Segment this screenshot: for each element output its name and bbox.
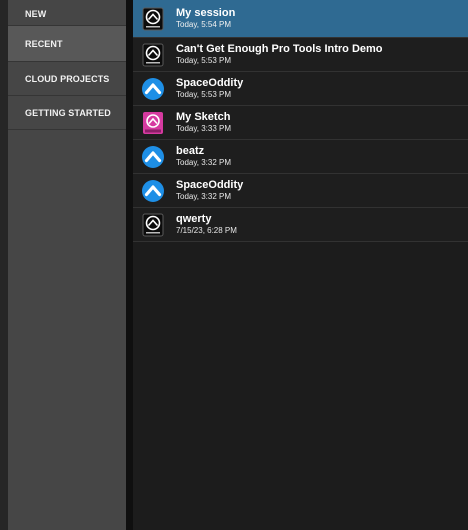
session-row[interactable]: beatz Today, 3:32 PM bbox=[133, 140, 468, 174]
protools-session-icon bbox=[141, 213, 165, 237]
session-time: Today, 5:54 PM bbox=[176, 20, 231, 29]
session-time: 7/15/23, 6:28 PM bbox=[176, 226, 237, 235]
session-time: Today, 3:33 PM bbox=[176, 124, 231, 133]
session-list: My session Today, 5:54 PM Can't Get Enou… bbox=[133, 0, 468, 242]
session-row[interactable]: My Sketch Today, 3:33 PM bbox=[133, 106, 468, 140]
pane-divider bbox=[126, 0, 133, 530]
sidebar-item-new[interactable]: NEW bbox=[8, 0, 126, 26]
sidebar: NEW RECENT CLOUD PROJECTS GETTING STARTE… bbox=[8, 0, 127, 530]
session-row[interactable]: qwerty 7/15/23, 6:28 PM bbox=[133, 208, 468, 242]
sketch-icon bbox=[141, 111, 165, 135]
sidebar-item-getting-started[interactable]: GETTING STARTED bbox=[8, 96, 126, 130]
session-row[interactable]: My session Today, 5:54 PM bbox=[133, 0, 468, 38]
cloud-project-icon bbox=[141, 145, 165, 169]
session-name: My Sketch bbox=[176, 111, 231, 123]
protools-session-icon bbox=[141, 43, 165, 67]
session-time: Today, 3:32 PM bbox=[176, 158, 231, 167]
protools-session-icon bbox=[141, 7, 165, 31]
session-time: Today, 5:53 PM bbox=[176, 90, 231, 99]
session-name: Can't Get Enough Pro Tools Intro Demo bbox=[176, 43, 383, 55]
session-name: SpaceOddity bbox=[176, 77, 244, 89]
session-row[interactable]: Can't Get Enough Pro Tools Intro Demo To… bbox=[133, 38, 468, 72]
session-name: beatz bbox=[176, 145, 205, 157]
session-name: qwerty bbox=[176, 213, 212, 225]
session-row[interactable]: SpaceOddity Today, 5:53 PM bbox=[133, 72, 468, 106]
sidebar-item-recent[interactable]: RECENT bbox=[8, 26, 126, 62]
session-name: My session bbox=[176, 7, 236, 19]
session-time: Today, 3:32 PM bbox=[176, 192, 231, 201]
sidebar-item-cloud-projects[interactable]: CLOUD PROJECTS bbox=[8, 62, 126, 96]
cloud-project-icon bbox=[141, 179, 165, 203]
window-left-edge bbox=[0, 0, 8, 530]
session-name: SpaceOddity bbox=[176, 179, 244, 191]
session-row[interactable]: SpaceOddity Today, 3:32 PM bbox=[133, 174, 468, 208]
cloud-project-icon bbox=[141, 77, 165, 101]
recent-sessions-panel: My session Today, 5:54 PM Can't Get Enou… bbox=[133, 0, 468, 530]
session-time: Today, 5:53 PM bbox=[176, 56, 231, 65]
